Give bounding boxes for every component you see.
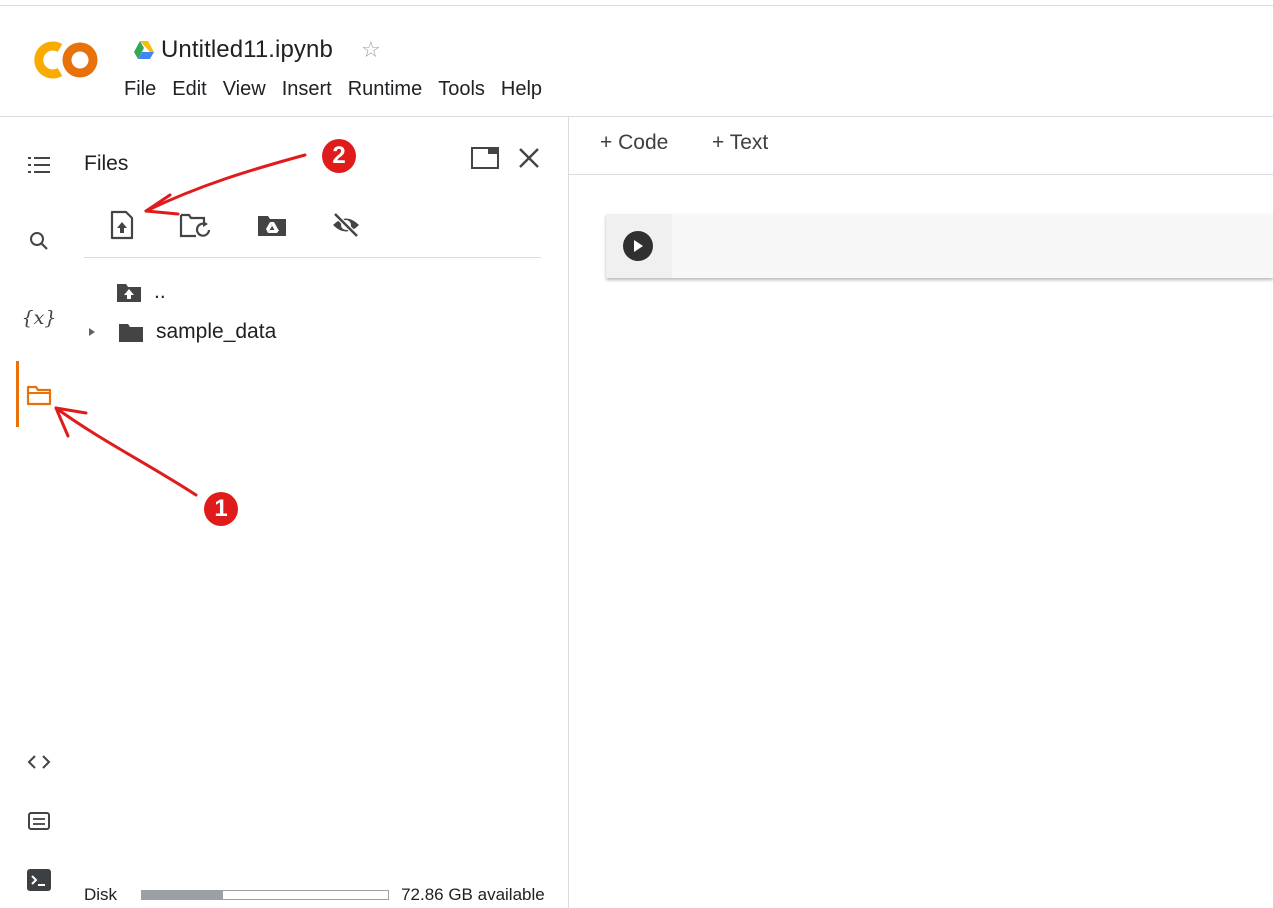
mount-drive-icon — [258, 216, 286, 236]
tree-row-sample-data[interactable]: sample_data — [84, 317, 276, 347]
open-in-tab-button[interactable] — [468, 141, 502, 175]
hide-files-icon — [333, 212, 359, 238]
search-button[interactable] — [20, 223, 58, 259]
close-icon — [519, 148, 539, 168]
files-button[interactable] — [20, 377, 58, 413]
code-cell — [606, 214, 1273, 278]
refresh-button[interactable] — [176, 207, 216, 243]
play-icon — [634, 240, 643, 252]
notebook-area: + Code + Text — [569, 117, 1273, 908]
folder-icon — [119, 324, 143, 342]
menu-bar: File Edit View Insert Runtime Tools Help — [116, 76, 550, 102]
left-rail: {x} — [0, 117, 76, 908]
panel-title: Files — [84, 152, 129, 175]
active-indicator — [16, 361, 19, 427]
terminal-button[interactable] — [20, 862, 58, 898]
variables-button[interactable]: {x} — [20, 300, 58, 336]
notebook-toolbar: + Code + Text — [569, 117, 1273, 175]
disk-label: Disk — [84, 885, 118, 904]
command-palette-icon — [28, 812, 50, 830]
table-of-contents-button[interactable] — [20, 147, 58, 183]
tree-label-parent: .. — [154, 280, 166, 303]
notebook-title[interactable]: Untitled11.ipynb — [161, 36, 333, 64]
menu-tools[interactable]: Tools — [430, 76, 493, 102]
menu-view[interactable]: View — [215, 76, 274, 102]
open-in-tab-icon — [471, 147, 499, 169]
google-drive-icon — [134, 41, 154, 59]
menu-help[interactable]: Help — [493, 76, 550, 102]
files-panel: Files .. sample_data Disk 72.86 GB avail… — [76, 117, 568, 908]
tree-label-sample-data: sample_data — [156, 320, 277, 343]
menu-runtime[interactable]: Runtime — [340, 76, 430, 102]
mount-drive-button[interactable] — [252, 207, 292, 243]
colab-logo[interactable] — [30, 40, 104, 80]
expand-caret-icon[interactable] — [84, 324, 100, 340]
menu-edit[interactable]: Edit — [164, 76, 214, 102]
upload-file-icon — [110, 210, 134, 240]
tree-row-parent[interactable]: .. — [116, 277, 166, 307]
upload-file-button[interactable] — [102, 207, 142, 243]
code-editor[interactable] — [672, 214, 1273, 278]
run-cell-button[interactable] — [623, 231, 653, 261]
add-text-button[interactable]: + Text — [712, 131, 768, 155]
menu-insert[interactable]: Insert — [274, 76, 340, 102]
table-of-contents-icon — [28, 157, 50, 173]
code-snippets-icon — [27, 755, 51, 769]
disk-usage: Disk 72.86 GB available — [84, 883, 545, 907]
colab-window: Untitled11.ipynb ☆ File Edit View Insert… — [0, 0, 1273, 908]
cell-gutter — [606, 214, 672, 278]
disk-usage-bar — [141, 890, 390, 900]
disk-available: 72.86 GB available — [401, 885, 545, 904]
close-panel-button[interactable] — [512, 141, 546, 175]
toolbar-divider — [84, 257, 541, 258]
parent-folder-icon — [117, 284, 141, 302]
refresh-folder-icon — [179, 213, 211, 238]
variables-icon: {x} — [21, 307, 57, 329]
hide-files-button[interactable] — [326, 207, 366, 243]
search-icon — [30, 232, 48, 250]
add-code-button[interactable]: + Code — [600, 131, 668, 155]
terminal-icon — [27, 869, 51, 891]
title-row: Untitled11.ipynb ☆ — [133, 28, 381, 72]
header: Untitled11.ipynb ☆ File Edit View Insert… — [0, 6, 1273, 116]
disk-usage-fill — [142, 891, 224, 899]
folder-icon — [26, 385, 52, 406]
code-snippets-button[interactable] — [20, 744, 58, 780]
command-palette-button[interactable] — [20, 803, 58, 839]
star-icon[interactable]: ☆ — [361, 39, 381, 61]
menu-file[interactable]: File — [116, 76, 164, 102]
